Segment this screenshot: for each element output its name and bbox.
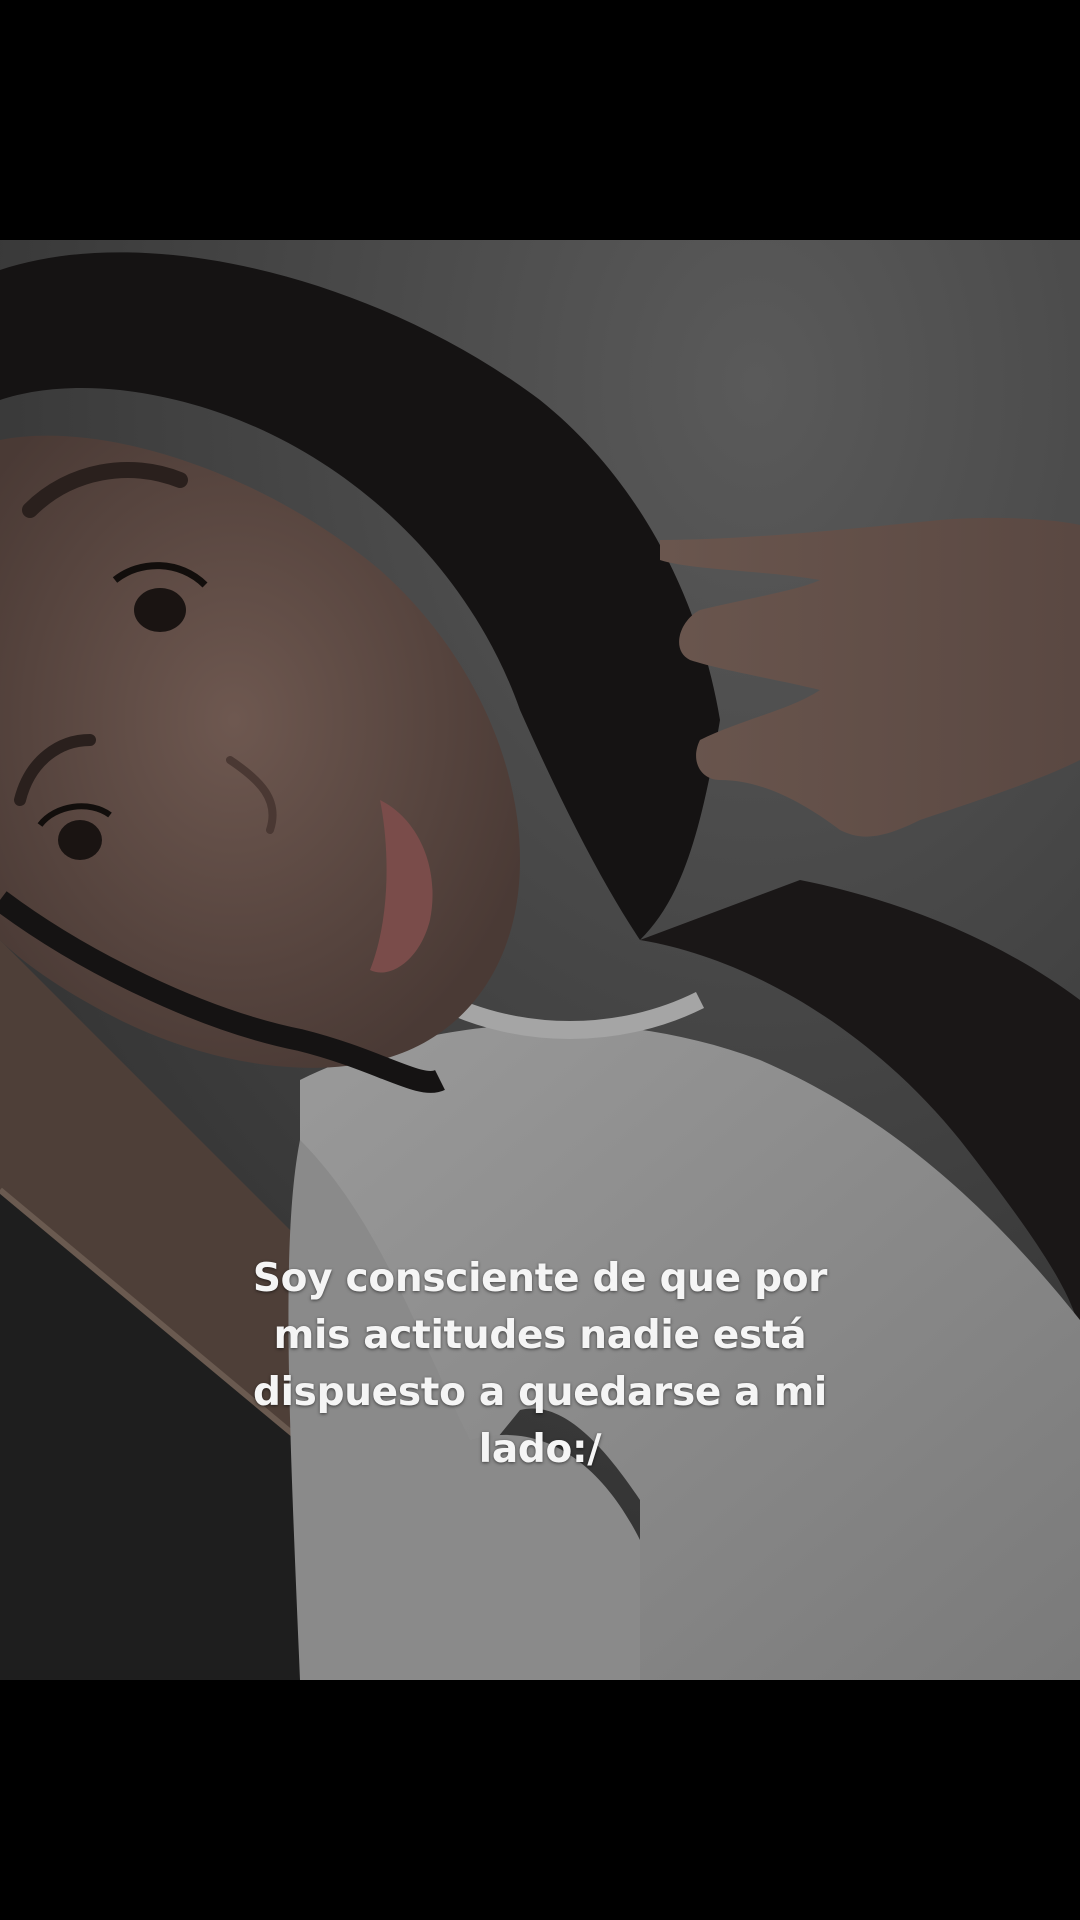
- caption-line: mis actitudes nadie está: [273, 1313, 807, 1358]
- caption-line: lado:/: [478, 1427, 602, 1472]
- caption-line: Soy consciente de que por: [252, 1256, 828, 1301]
- video-caption: Soy consciente de que por mis actitudes …: [240, 1250, 840, 1478]
- caption-line: dispuesto a quedarse a mi: [253, 1370, 827, 1415]
- video-screen[interactable]: Soy consciente de que por mis actitudes …: [0, 0, 1080, 1920]
